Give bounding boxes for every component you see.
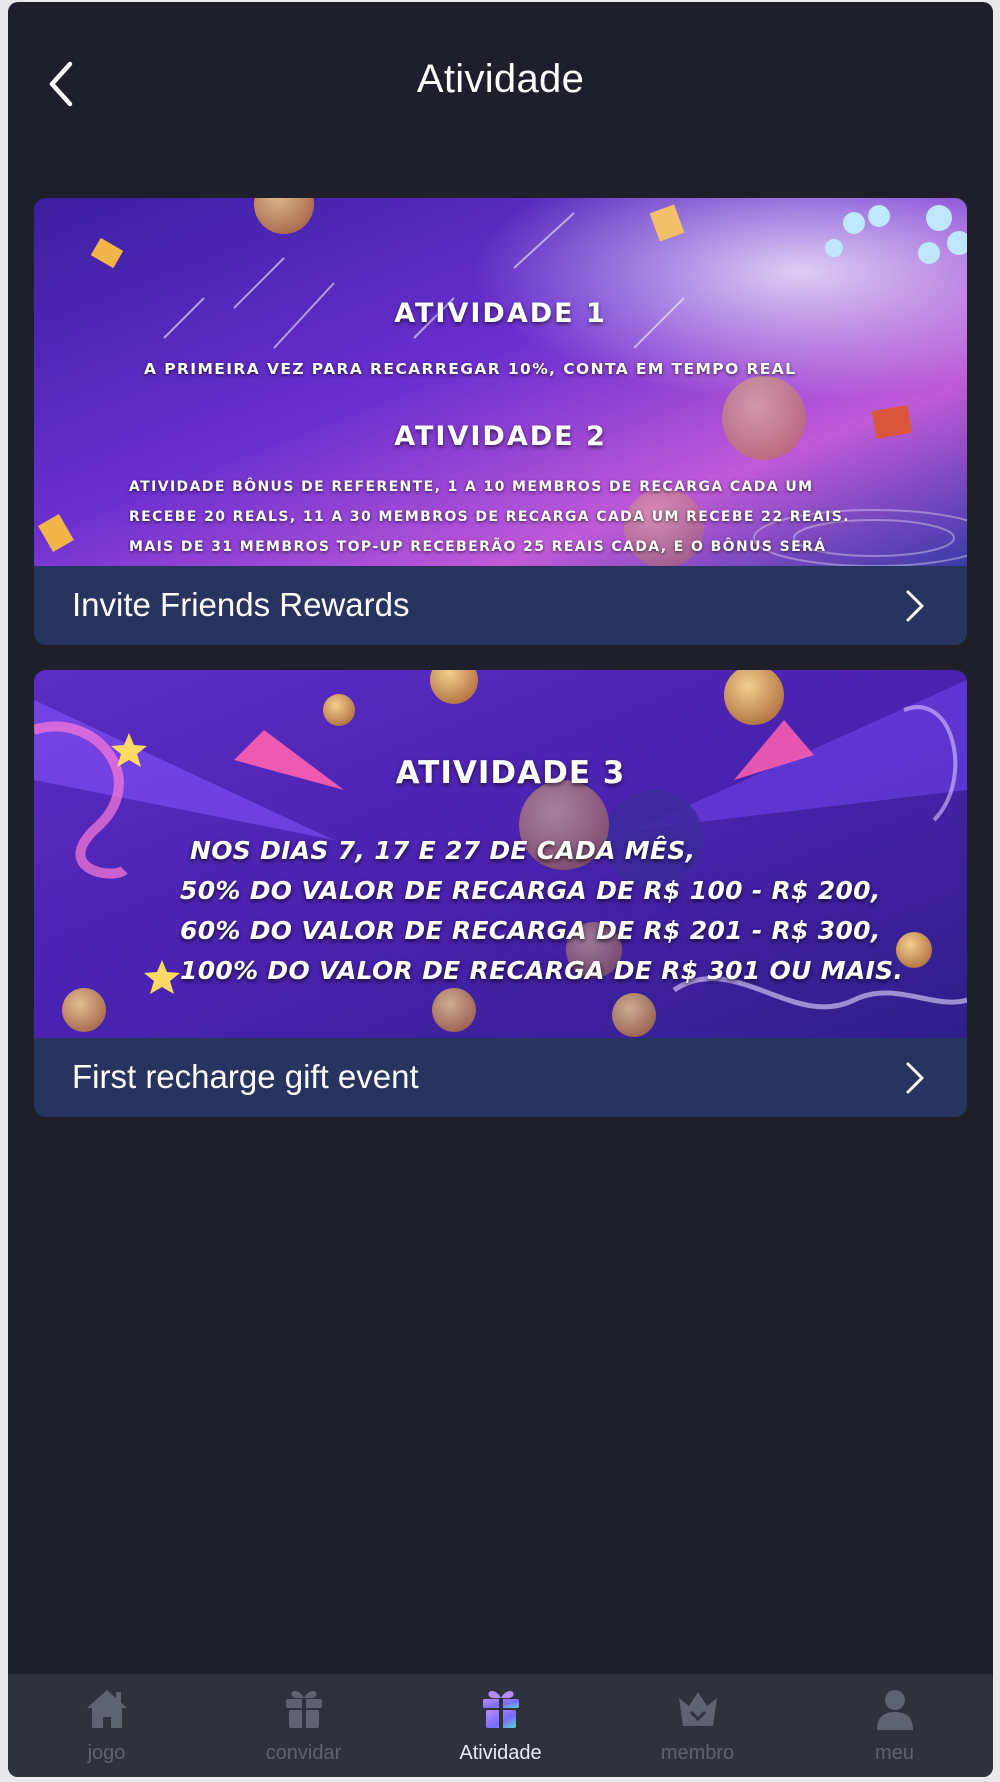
banner-line: ATIVIDADE BÔNUS DE REFERENTE, 1 A 10 MEM…: [129, 479, 814, 495]
tab-label: Atividade: [459, 1742, 542, 1764]
banner-2-text: ATIVIDADE 3 NOS DIAS 7, 17 E 27 DE CADA …: [34, 670, 967, 1038]
activity-banner-2: ATIVIDADE 3 NOS DIAS 7, 17 E 27 DE CADA …: [34, 670, 967, 1038]
gift-icon: [286, 1691, 322, 1728]
chevron-right-icon: [906, 590, 924, 622]
tab-membro[interactable]: membro: [599, 1674, 796, 1777]
banner-line: MAIS DE 31 MEMBROS TOP-UP RECEBERÃO 25 R…: [129, 539, 827, 555]
card-title: First recharge gift event: [72, 1058, 419, 1095]
tab-convidar[interactable]: convidar: [205, 1674, 402, 1777]
crown-icon: [679, 1692, 717, 1726]
page-title: Atividade: [416, 57, 585, 101]
bottom-tab-bar: jogo convidar Atividade membro meu: [8, 1674, 993, 1777]
activity-card-invite-friends[interactable]: ATIVIDADE 1 A PRIMEIRA VEZ PARA RECARREG…: [34, 198, 967, 645]
chevron-right-icon: [906, 1062, 924, 1094]
banner-heading: ATIVIDADE 2: [394, 421, 607, 452]
tab-label: membro: [660, 1742, 735, 1764]
tab-meu[interactable]: meu: [796, 1674, 993, 1777]
tab-atividade[interactable]: Atividade: [402, 1674, 599, 1777]
app-screen: Atividade ATIVIDADE 1 A PRIMEIRA VEZ PAR…: [8, 2, 993, 1777]
card-title: Invite Friends Rewards: [72, 586, 410, 623]
gift-icon: [483, 1691, 519, 1728]
banner-line: 100% DO VALOR DE RECARGA DE R$ 301 OU MA…: [180, 956, 904, 985]
banner-1-text: ATIVIDADE 1 A PRIMEIRA VEZ PARA RECARREG…: [34, 198, 967, 566]
header: Atividade: [8, 2, 993, 162]
banner-line: RECEBE 20 REALS, 11 A 30 MEMBROS DE RECA…: [129, 509, 850, 525]
card-footer[interactable]: Invite Friends Rewards: [34, 566, 967, 645]
banner-line: A PRIMEIRA VEZ PARA RECARREGAR 10%, CONT…: [144, 360, 797, 378]
banner-line: 60% DO VALOR DE RECARGA DE R$ 201 - R$ 3…: [180, 916, 881, 945]
banner-heading: ATIVIDADE 1: [394, 298, 607, 329]
tab-label: convidar: [265, 1742, 342, 1764]
banner-line: NOS DIAS 7, 17 E 27 DE CADA MÊS,: [190, 836, 696, 865]
activity-card-first-recharge[interactable]: ATIVIDADE 3 NOS DIAS 7, 17 E 27 DE CADA …: [34, 670, 967, 1117]
card-footer[interactable]: First recharge gift event: [34, 1038, 967, 1117]
banner-line: 50% DO VALOR DE RECARGA DE R$ 100 - R$ 2…: [180, 876, 881, 905]
tab-jogo[interactable]: jogo: [8, 1674, 205, 1777]
banner-heading: ATIVIDADE 3: [395, 755, 626, 791]
tab-label: jogo: [87, 1742, 126, 1764]
user-icon: [877, 1690, 913, 1730]
home-icon: [87, 1690, 127, 1728]
tab-label: meu: [875, 1742, 914, 1764]
activity-banner-1: ATIVIDADE 1 A PRIMEIRA VEZ PARA RECARREG…: [34, 198, 967, 566]
